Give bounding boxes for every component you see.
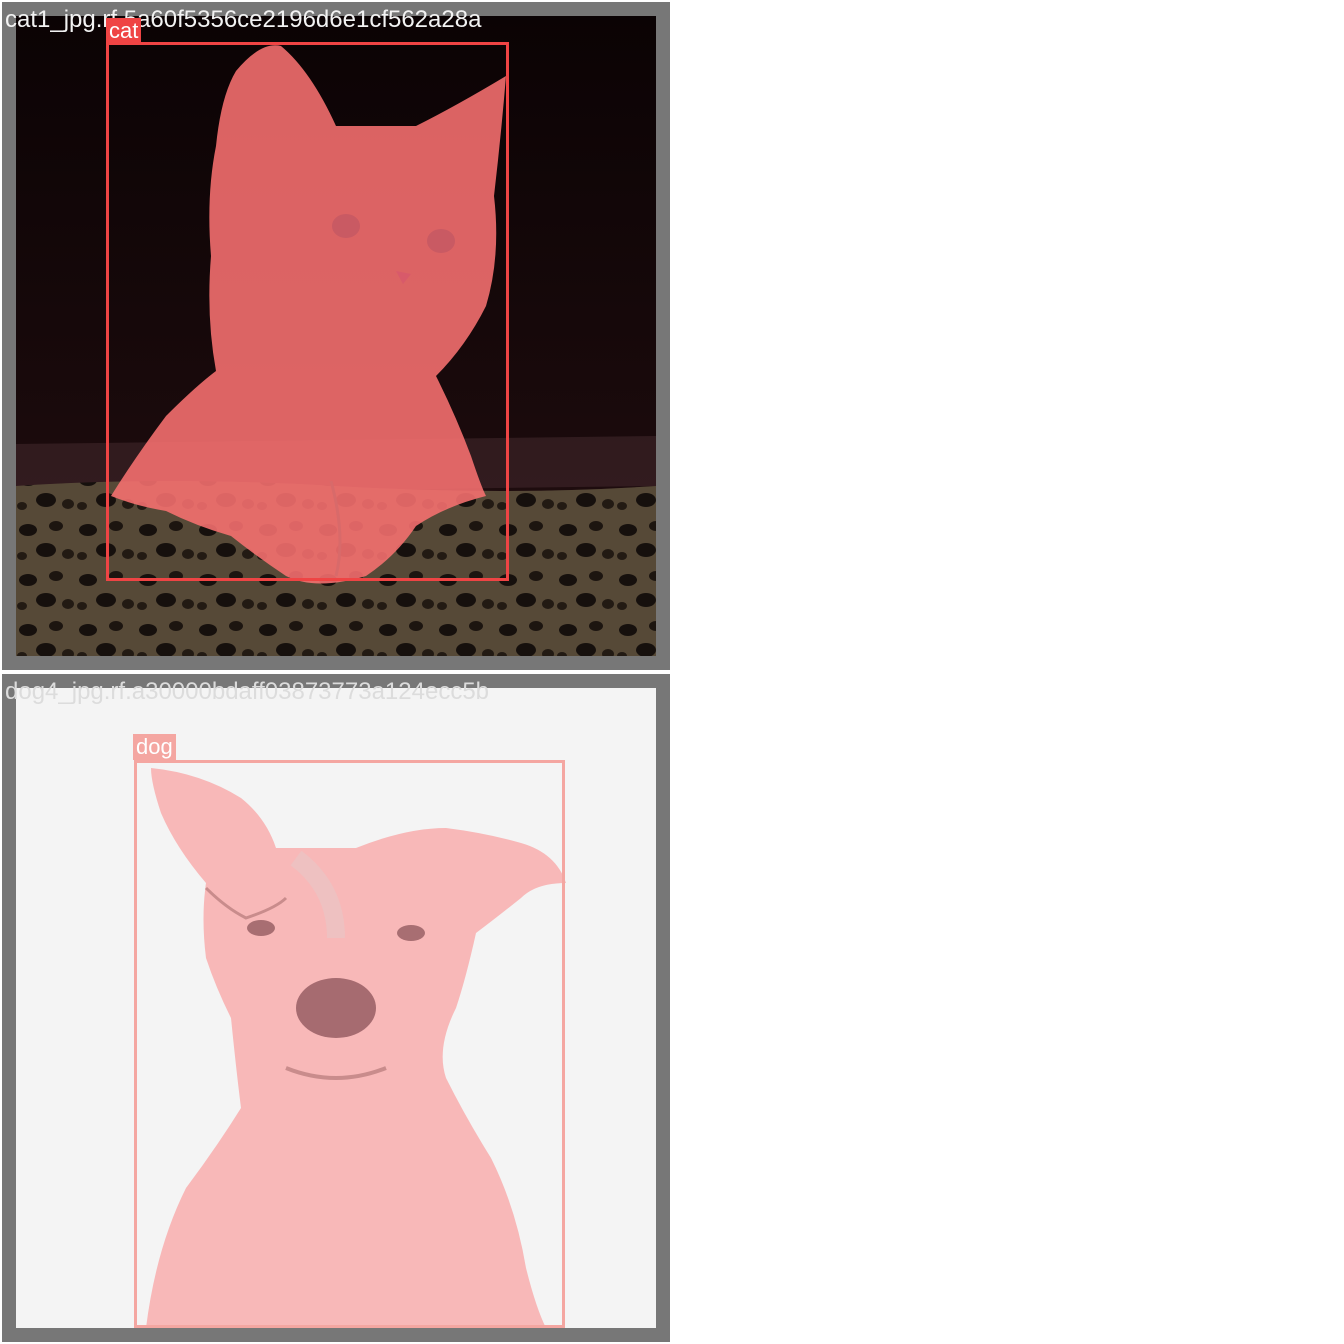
dog-class-label: dog — [133, 734, 176, 760]
cat-filename: cat1_jpg.rf.5a60f5356ce2196d6e1cf562a28a — [5, 6, 482, 33]
dog-filename: dog4_jpg.rf.a30000bdaff03873773a124ecc5b — [5, 678, 490, 705]
image-tile-cat[interactable]: cat cat1_jpg.rf.5a60f5356ce2196d6e1cf562… — [2, 2, 670, 670]
cat-class-label: cat — [106, 18, 142, 44]
dog-bounding-box — [134, 760, 565, 1328]
cat-bounding-box — [106, 42, 509, 581]
image-tile-dog[interactable]: dog dog4_jpg.rf.a30000bdaff03873773a124e… — [2, 674, 670, 1342]
